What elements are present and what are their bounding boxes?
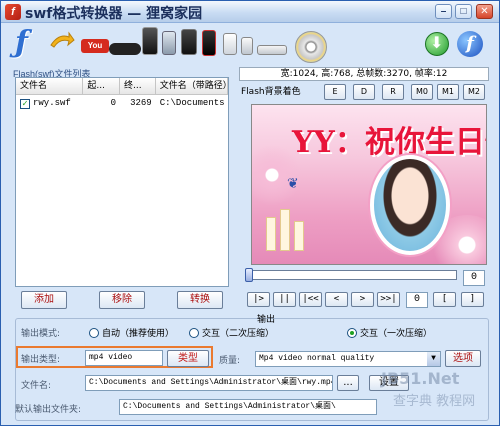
mode-interactive-twice-radio[interactable]: 交互（二次压缩） [189, 326, 274, 339]
chevron-down-icon[interactable]: ▼ [427, 352, 440, 366]
video-info: 宽:1024, 高:768, 总帧数:3270, 帧率:12 [239, 67, 489, 81]
last-frame-button[interactable]: >>| [377, 292, 400, 307]
options-button[interactable]: 选项 [445, 350, 481, 367]
device-banner: ƒ You f [1, 23, 499, 67]
prev-frame-button[interactable]: < [325, 292, 348, 307]
column-header-end[interactable]: 终... [120, 78, 156, 94]
color-button-d[interactable]: D [353, 84, 375, 100]
site-watermark-secondary: 查字典 教程网 [393, 394, 476, 409]
iphone-icon [142, 27, 158, 55]
dvd-player-icon [257, 45, 287, 55]
walkman-icon [202, 30, 216, 56]
filename-field[interactable]: C:\Documents and Settings\Administrator\… [85, 375, 333, 391]
video-preview[interactable]: YY：祝你生日快 ❦ [251, 104, 487, 265]
row-path: C:\Documents [159, 98, 225, 108]
file-list-header: 文件名 起... 终... 文件名（带路径） [16, 78, 228, 95]
row-checkbox[interactable]: ✓ [20, 99, 30, 109]
download-icon[interactable] [425, 32, 449, 56]
window-title: swf格式转换器 — 狸窝家园 [25, 6, 203, 22]
color-button-e[interactable]: E [324, 84, 346, 100]
file-list[interactable]: 文件名 起... 终... 文件名（带路径） ✓ rwy.swf 0 3269 C… [15, 77, 229, 287]
site-watermark: JB51.Net [381, 369, 460, 388]
frame-counter: 0 [463, 270, 485, 286]
mode-interactive-once-radio[interactable]: 交互（一次压缩） [347, 326, 432, 339]
photo-frame [370, 155, 450, 255]
mode-auto-radio[interactable]: 自动（推荐使用） [89, 326, 174, 339]
candle-icon [294, 221, 304, 251]
column-header-path[interactable]: 文件名（带路径） [156, 78, 228, 94]
youtube-icon: You [81, 39, 109, 53]
flash-bg-label: Flash背景着色 [241, 87, 301, 97]
seek-knob[interactable] [245, 268, 253, 282]
column-header-start[interactable]: 起... [83, 78, 121, 94]
filename-label: 文件名: [21, 381, 52, 391]
default-folder-label: 默认输出文件夹: [15, 405, 82, 415]
seek-slider[interactable] [245, 268, 457, 282]
color-button-m0[interactable]: M0 [411, 84, 433, 100]
output-type-field[interactable]: mp4 video [85, 350, 163, 366]
row-filename: rwy.swf [33, 98, 71, 108]
remove-button[interactable]: 移除 [99, 291, 145, 309]
radio-dot[interactable] [189, 328, 199, 338]
title-bar[interactable]: f swf格式转换器 — 狸窝家园 – □ ✕ [1, 1, 499, 23]
radio-dot-selected[interactable] [347, 328, 357, 338]
arrow-icon [50, 31, 75, 48]
app-window: f swf格式转换器 — 狸窝家园 – □ ✕ ƒ You f Flash(sw… [0, 0, 500, 426]
phone-icon [162, 31, 176, 55]
minimize-button[interactable]: – [435, 4, 452, 19]
output-caption: 输出 [257, 315, 276, 325]
first-frame-button[interactable]: |<< [299, 292, 322, 307]
radio-dot[interactable] [89, 328, 99, 338]
row-end: 3269 [130, 98, 152, 108]
ipod-icon [181, 29, 197, 55]
add-button[interactable]: 添加 [21, 291, 67, 309]
quality-select[interactable]: Mp4 video normal quality ▼ [255, 351, 441, 367]
dvd-icon [295, 31, 327, 63]
type-button[interactable]: 类型 [167, 350, 209, 367]
ipod-classic-icon [223, 33, 237, 55]
maximize-button[interactable]: □ [455, 4, 472, 19]
candle-icon [280, 209, 290, 251]
preview-title-text: YY：祝你生日快 [292, 125, 486, 160]
candle-icon [266, 217, 276, 251]
psp-icon [109, 43, 141, 55]
next-frame-button[interactable]: > [351, 292, 374, 307]
butterfly-icon: ❦ [287, 175, 299, 191]
quality-label: 质量: [219, 356, 241, 366]
in-frame-counter: 0 [406, 292, 428, 308]
flash-icon: ƒ [15, 25, 28, 60]
play-button[interactable]: |> [247, 292, 270, 307]
close-button[interactable]: ✕ [476, 4, 493, 19]
output-type-label: 输出类型: [21, 355, 61, 365]
flash-help-icon[interactable]: f [457, 31, 483, 57]
color-button-r[interactable]: R [382, 84, 404, 100]
list-item[interactable]: ✓ rwy.swf 0 3269 C:\Documents [16, 95, 228, 111]
browse-button[interactable]: ... [337, 375, 359, 391]
app-icon: f [5, 4, 21, 20]
color-button-m1[interactable]: M1 [437, 84, 459, 100]
column-header-name[interactable]: 文件名 [16, 78, 84, 94]
color-button-m2[interactable]: M2 [463, 84, 485, 100]
row-start: 0 [110, 98, 117, 108]
mark-in-button[interactable]: [ [433, 292, 456, 307]
default-folder-field[interactable]: C:\Documents and Settings\Administrator\… [119, 399, 377, 415]
player-icon [241, 37, 253, 55]
mark-out-button[interactable]: ] [461, 292, 484, 307]
convert-button[interactable]: 转换 [177, 291, 223, 309]
output-mode-label: 输出模式: [21, 329, 61, 339]
pause-button[interactable]: || [273, 292, 296, 307]
